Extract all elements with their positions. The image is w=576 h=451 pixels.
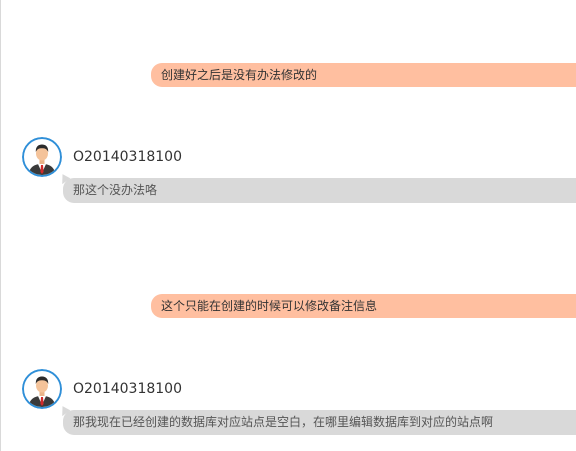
outgoing-message-bubble: 这个只能在创建的时候可以修改备注信息 xyxy=(151,294,576,318)
incoming-message-bubble: 那这个没办法咯 xyxy=(63,178,576,203)
incoming-message-bubble: 那我现在已经创建的数据库对应站点是空白，在哪里编辑数据库到对应的站点啊 xyxy=(63,410,576,435)
username: O20140318100 xyxy=(73,381,182,397)
outgoing-message-bubble: 创建好之后是没有办法修改的 xyxy=(151,63,576,87)
incoming-message: O20140318100 那这个没办法咯 xyxy=(1,137,576,207)
message-text: 创建好之后是没有办法修改的 xyxy=(161,68,318,82)
incoming-message: O20140318100 那我现在已经创建的数据库对应站点是空白，在哪里编辑数据… xyxy=(1,369,576,439)
username: O20140318100 xyxy=(73,149,182,165)
user-avatar-icon[interactable] xyxy=(22,137,62,177)
message-text: 那这个没办法咯 xyxy=(73,183,158,197)
message-text: 那我现在已经创建的数据库对应站点是空白，在哪里编辑数据库到对应的站点啊 xyxy=(73,415,494,429)
user-avatar-icon[interactable] xyxy=(22,369,62,409)
chat-log: 创建好之后是没有办法修改的 O20140318100 那这个没办法咯 这个只能在… xyxy=(0,0,576,451)
message-text: 这个只能在创建的时候可以修改备注信息 xyxy=(161,299,378,313)
